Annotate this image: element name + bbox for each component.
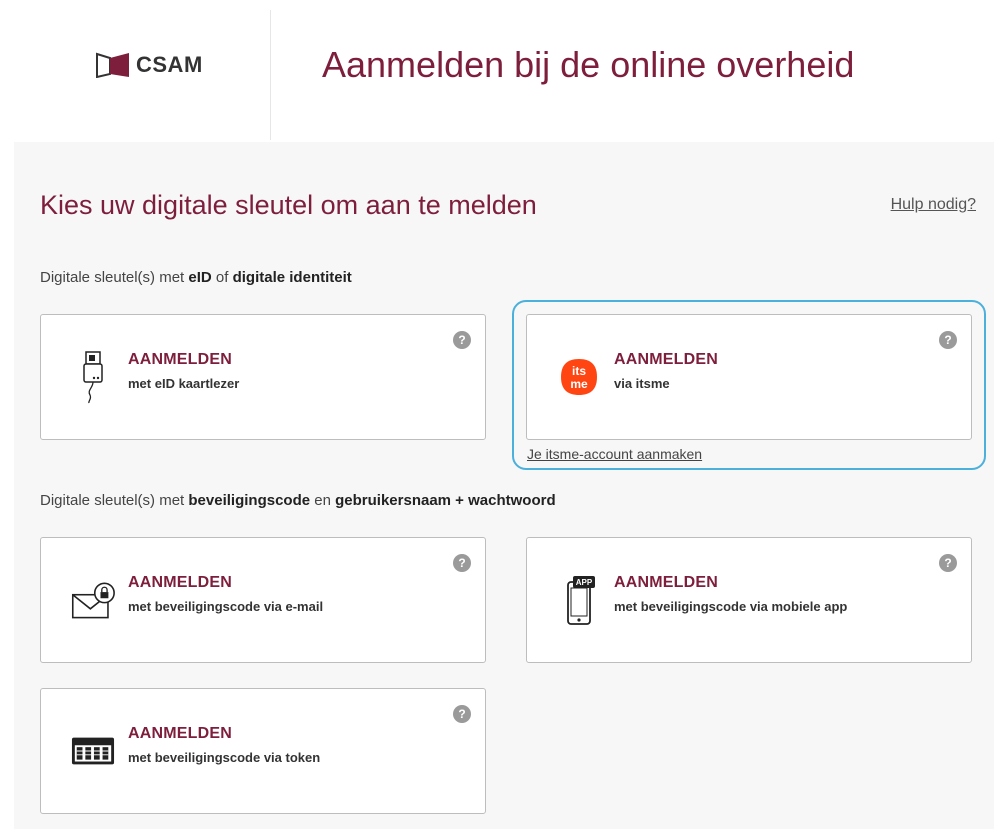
- group-label-bold: eID: [188, 269, 212, 286]
- group-label-text: Digitale sleutel(s) met: [40, 269, 189, 286]
- login-card-itsme[interactable]: its me AANMELDEN via itsme ?: [526, 314, 972, 440]
- login-card-eid[interactable]: AANMELDEN met eID kaartlezer ?: [40, 314, 486, 440]
- email-lock-icon: [71, 572, 115, 628]
- main-panel: Kies uw digitale sleutel om aan te melde…: [14, 142, 994, 829]
- help-icon[interactable]: ?: [939, 331, 957, 349]
- card-title: AANMELDEN: [128, 574, 233, 591]
- page-title: Aanmelden bij de online overheid: [322, 44, 855, 85]
- itsme-icon-text-top: its: [572, 364, 586, 378]
- login-card-token[interactable]: AANMELDEN met beveiligingscode via token…: [40, 688, 486, 814]
- csam-logo-icon: [96, 52, 129, 78]
- card-title: AANMELDEN: [128, 725, 233, 742]
- group-label-text: en: [310, 492, 336, 509]
- group-label-eid: Digitale sleutel(s) met eID of digitale …: [40, 269, 352, 286]
- header-divider: [270, 10, 271, 140]
- card-subtitle: met beveiligingscode via mobiele app: [614, 599, 848, 614]
- login-card-email[interactable]: AANMELDEN met beveiligingscode via e-mai…: [40, 537, 486, 663]
- group-label-bold: gebruikersnaam + wachtwoord: [335, 492, 556, 509]
- card-title: AANMELDEN: [614, 574, 719, 591]
- help-icon[interactable]: ?: [453, 554, 471, 572]
- section-heading: Kies uw digitale sleutel om aan te melde…: [40, 190, 537, 220]
- token-icon: [71, 723, 115, 779]
- card-reader-icon: [71, 349, 115, 405]
- itsme-account-link[interactable]: Je itsme-account aanmaken: [527, 446, 702, 462]
- help-icon[interactable]: ?: [453, 331, 471, 349]
- card-subtitle: via itsme: [614, 376, 670, 391]
- itsme-icon: its me: [557, 349, 601, 405]
- card-subtitle: met beveiligingscode via e-mail: [128, 599, 324, 614]
- app-icon-text: APP: [576, 578, 593, 587]
- mobile-app-icon: APP: [557, 572, 601, 628]
- card-subtitle: met eID kaartlezer: [128, 376, 240, 391]
- card-title: AANMELDEN: [128, 351, 233, 368]
- login-card-mobile-app[interactable]: APP AANMELDEN met beveiligingscode via m…: [526, 537, 972, 663]
- help-icon[interactable]: ?: [939, 554, 957, 572]
- help-icon[interactable]: ?: [453, 705, 471, 723]
- group-label-bold: beveiligingscode: [188, 492, 311, 509]
- csam-logo[interactable]: CSAM: [96, 52, 203, 78]
- card-subtitle: met beveiligingscode via token: [128, 750, 321, 765]
- logo-text: CSAM: [136, 52, 203, 77]
- group-label-bold: digitale identiteit: [232, 269, 352, 286]
- itsme-icon-text-bottom: me: [570, 377, 588, 391]
- group-label-code: Digitale sleutel(s) met beveiligingscode…: [40, 492, 556, 509]
- card-title: AANMELDEN: [614, 351, 719, 368]
- header: CSAM Aanmelden bij de online overheid: [0, 0, 994, 140]
- group-label-text: Digitale sleutel(s) met: [40, 492, 189, 509]
- help-link[interactable]: Hulp nodig?: [891, 196, 976, 214]
- group-label-text: of: [211, 269, 233, 286]
